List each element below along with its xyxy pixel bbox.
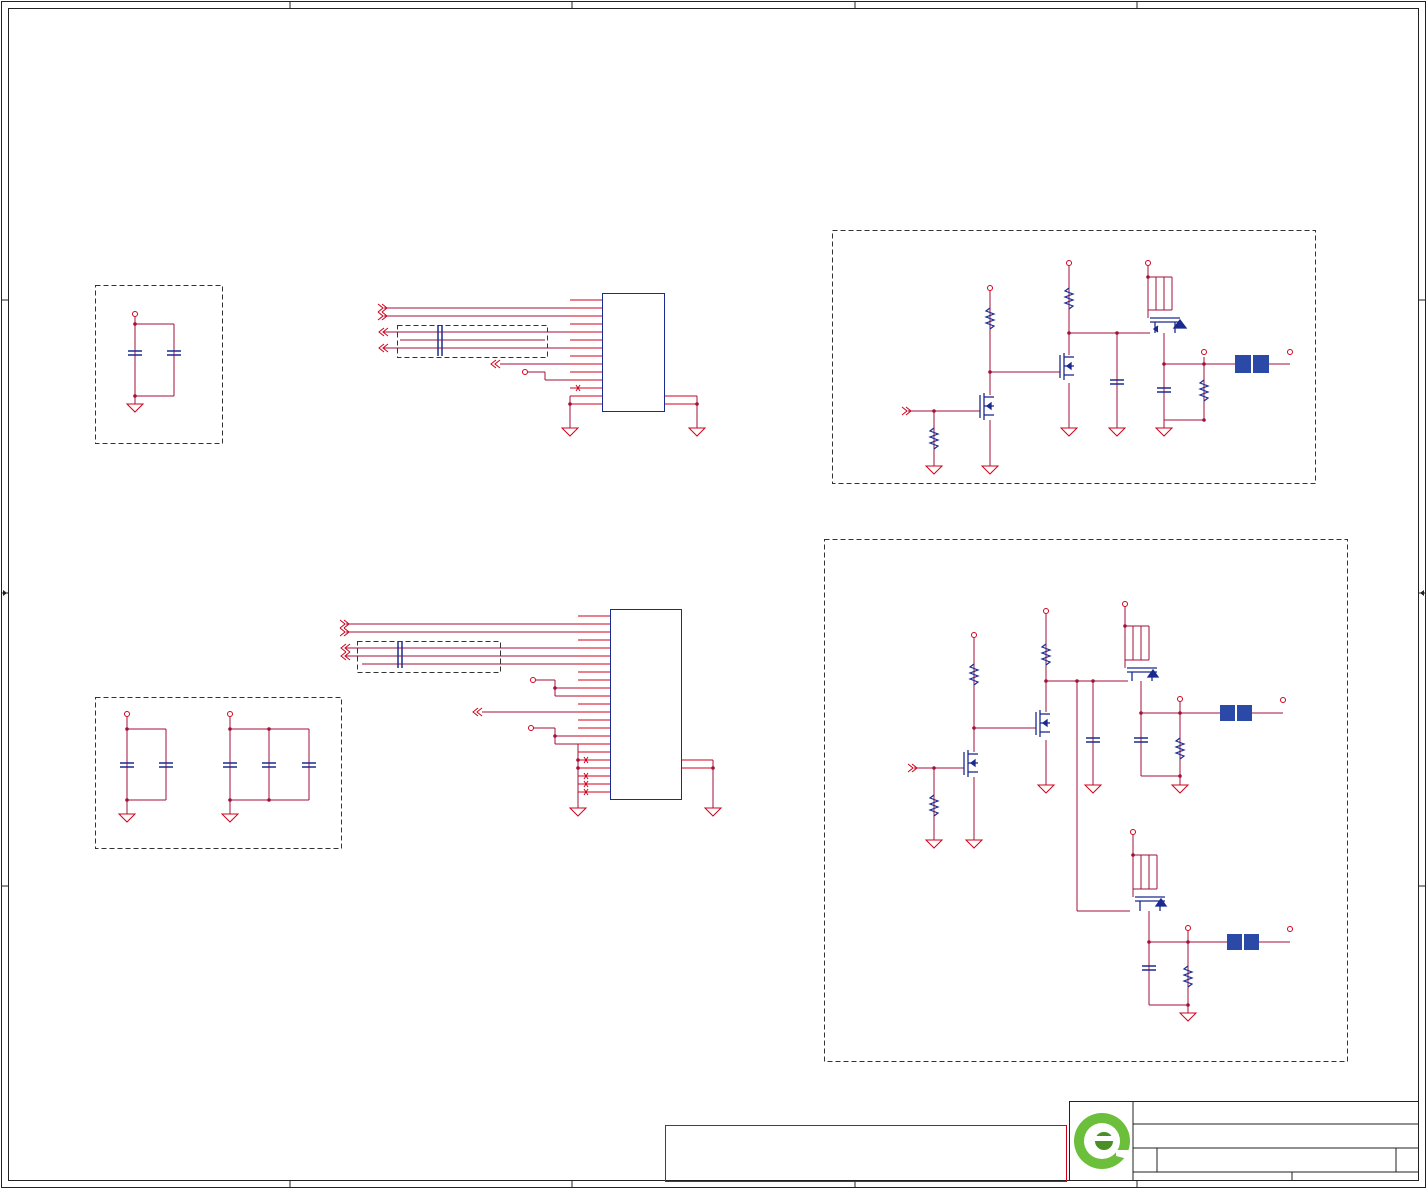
resistor-icon <box>928 643 1194 988</box>
power-pin-icon <box>987 260 1293 355</box>
decoupling-caps-top <box>134 317 175 404</box>
ground-icon <box>560 427 580 437</box>
note-box <box>665 1125 1067 1182</box>
ground-icon <box>125 403 145 413</box>
capacitor-icon <box>1110 379 1171 393</box>
fuse-icon <box>1235 355 1269 373</box>
connector-u2-body <box>610 609 682 800</box>
power-pin-icon <box>132 311 138 317</box>
schematic-sheet <box>1 1 1426 1188</box>
test-point-icon <box>522 369 528 375</box>
decoupling-caps-bottom <box>126 717 310 814</box>
capacitor-icon <box>1086 737 1156 971</box>
driver-circuit-bottom-nets <box>914 607 1290 1013</box>
sheet-frame <box>1 1 1426 1188</box>
ground-icon <box>568 807 723 817</box>
dashed-group-boxes <box>95 230 1348 1062</box>
test-point-icon <box>528 677 536 731</box>
power-pin-icon <box>971 601 1293 932</box>
ground-icon <box>924 427 1174 475</box>
junction-dots <box>125 275 1206 1007</box>
driver-circuit-top-nets <box>908 266 1290 466</box>
ground-icon <box>687 427 707 437</box>
power-pin-icon <box>124 711 233 717</box>
fuse-icon <box>1220 705 1259 950</box>
connector-u2-nets <box>346 623 714 808</box>
mosfet-icon <box>963 667 1168 911</box>
ground-icon <box>117 813 240 823</box>
connector-u1-body <box>602 293 665 412</box>
offpage-connector-icons <box>377 303 501 369</box>
connector-u1-pins <box>570 299 697 405</box>
offpage-connector-icons <box>339 619 483 717</box>
company-logo-icon <box>1074 1113 1132 1169</box>
zone-arrow-right <box>1420 590 1424 596</box>
capacitor-icon <box>128 350 181 356</box>
capacitor-icon <box>120 762 316 768</box>
connector-u2-pins <box>578 615 713 793</box>
zone-arrow-left <box>3 590 7 596</box>
ground-icon <box>924 784 1198 1022</box>
